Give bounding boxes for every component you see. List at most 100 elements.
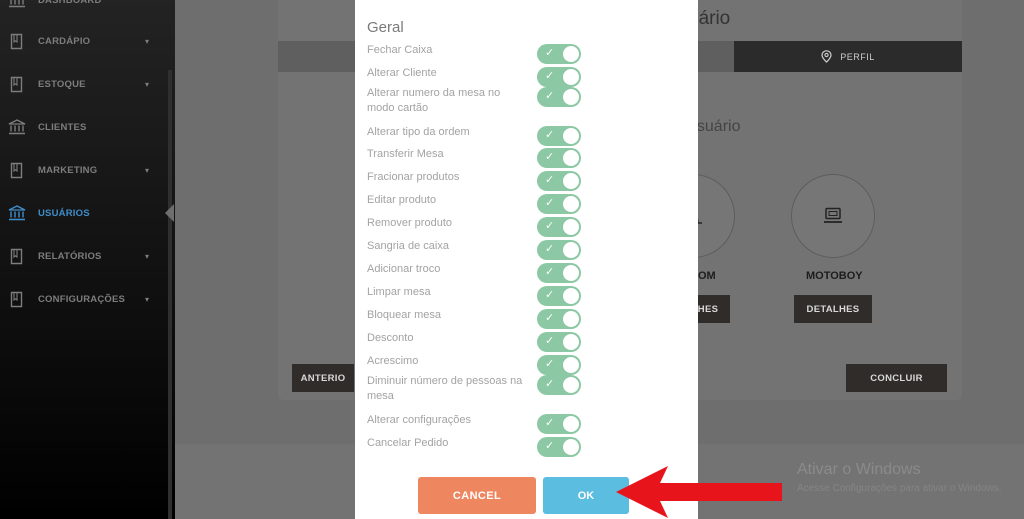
- permission-label: Sangria de caixa: [367, 240, 449, 252]
- toggle-knob: [563, 89, 579, 105]
- windows-activation-subtitle: Acesse Configurações para ativar o Windo…: [797, 483, 1002, 494]
- check-icon: ✓: [545, 70, 555, 82]
- check-icon: ✓: [545, 312, 555, 324]
- permission-toggle[interactable]: ✓: [537, 126, 581, 146]
- permission-label: Adicionar troco: [367, 263, 441, 275]
- permission-label: Alterar configurações: [367, 414, 471, 426]
- permission-label: Alterar numero da mesa no modo cartão: [367, 87, 501, 114]
- check-icon: ✓: [545, 358, 555, 370]
- permission-toggle[interactable]: ✓: [537, 437, 581, 457]
- check-icon: ✓: [545, 47, 555, 59]
- toggle-knob: [563, 219, 579, 235]
- sidebar-item-dashboard[interactable]: DASHBOARD: [0, 0, 165, 11]
- check-icon: ✓: [545, 335, 555, 347]
- sidebar-item-cardapio[interactable]: CARDÁPIO ▾: [0, 30, 165, 52]
- permission-toggle[interactable]: ✓: [537, 414, 581, 434]
- permission-toggle[interactable]: ✓: [537, 355, 581, 375]
- previous-button[interactable]: ANTERIO: [292, 364, 354, 392]
- permission-toggle[interactable]: ✓: [537, 286, 581, 306]
- check-icon: ✓: [545, 90, 555, 102]
- permission-toggle[interactable]: ✓: [537, 44, 581, 64]
- permission-toggle[interactable]: ✓: [537, 375, 581, 395]
- check-icon: ✓: [545, 151, 555, 163]
- laptop-icon: [824, 207, 842, 223]
- role-card-motoboy[interactable]: [791, 174, 875, 258]
- tab-perfil-label: PERFIL: [840, 51, 875, 62]
- toggle-knob: [563, 265, 579, 281]
- permission-toggle[interactable]: ✓: [537, 309, 581, 329]
- check-icon: ✓: [545, 129, 555, 141]
- toggle-knob: [563, 128, 579, 144]
- sidebar-item-clientes[interactable]: CLIENTES: [0, 116, 165, 138]
- modal-title: Geral: [367, 19, 404, 36]
- sidebar-item-relatorios[interactable]: RELATÓRIOS ▾: [0, 245, 165, 267]
- sidebar-item-label: MARKETING: [38, 164, 98, 176]
- chevron-down-icon: ▾: [145, 165, 150, 175]
- permission-label: Transferir Mesa: [367, 148, 444, 160]
- permission-toggle[interactable]: ✓: [537, 332, 581, 352]
- permission-label: Acrescimo: [367, 355, 419, 367]
- permission-label: Bloquear mesa: [367, 309, 441, 321]
- permission-label: Cancelar Pedido: [367, 437, 449, 449]
- details-button-motoboy[interactable]: DETALHES: [794, 295, 872, 323]
- sidebar-item-label: ESTOQUE: [38, 78, 86, 90]
- active-indicator: [165, 204, 174, 222]
- sidebar-item-label: RELATÓRIOS: [38, 250, 102, 262]
- permissions-modal: Geral Fechar Caixa ✓ Alterar Cliente ✓ Alter…: [355, 0, 698, 519]
- sidebar-item-usuarios[interactable]: USUÁRIOS: [0, 202, 165, 224]
- dashboard-icon: [8, 0, 26, 9]
- permission-toggle[interactable]: ✓: [537, 217, 581, 237]
- bank-icon: [8, 118, 26, 136]
- toggle-knob: [563, 242, 579, 258]
- toggle-knob: [563, 357, 579, 373]
- role-label-partial: OM: [698, 270, 716, 282]
- permission-label: Editar produto: [367, 194, 437, 206]
- toggle-knob: [563, 150, 579, 166]
- role-label-motoboy: MOTOBOY: [806, 270, 863, 282]
- toggle-knob: [563, 311, 579, 327]
- toggle-knob: [563, 46, 579, 62]
- permission-toggle[interactable]: ✓: [537, 87, 581, 107]
- permission-label: Desconto: [367, 332, 414, 344]
- permission-toggle[interactable]: ✓: [537, 171, 581, 191]
- permission-label: Remover produto: [367, 217, 452, 229]
- tab-perfil[interactable]: PERFIL: [734, 41, 962, 72]
- chevron-down-icon: ▾: [145, 294, 150, 304]
- sidebar-item-marketing[interactable]: MARKETING ▾: [0, 159, 165, 181]
- permission-label: Fechar Caixa: [367, 44, 433, 56]
- book-icon: [8, 161, 26, 179]
- permission-toggle[interactable]: ✓: [537, 194, 581, 214]
- permission-toggle[interactable]: ✓: [537, 148, 581, 168]
- sidebar-item-label: CONFIGURAÇÕES: [38, 293, 126, 305]
- permission-toggle[interactable]: ✓: [537, 67, 581, 87]
- finish-button[interactable]: CONCLUIR: [846, 364, 947, 392]
- book-icon: [8, 75, 26, 93]
- chevron-down-icon: ▾: [145, 79, 150, 89]
- sidebar-item-estoque[interactable]: ESTOQUE ▾: [0, 73, 165, 95]
- location-pin-icon: [821, 50, 832, 63]
- check-icon: ✓: [545, 197, 555, 209]
- sidebar-item-configuracoes[interactable]: CONFIGURAÇÕES ▾: [0, 288, 165, 310]
- book-icon: [8, 247, 26, 265]
- toggle-knob: [563, 439, 579, 455]
- check-icon: ✓: [545, 289, 555, 301]
- permission-toggle[interactable]: ✓: [537, 263, 581, 283]
- toggle-knob: [563, 69, 579, 85]
- permission-label: Fracionar produtos: [367, 171, 460, 183]
- red-annotation-arrow-icon: [616, 466, 782, 518]
- check-icon: ✓: [545, 417, 555, 429]
- check-icon: ✓: [545, 243, 555, 255]
- windows-activation-title: Ativar o Windows: [797, 461, 921, 478]
- permission-label: Limpar mesa: [367, 286, 431, 298]
- sidebar: DASHBOARD CARDÁPIO ▾ ESTOQUE ▾ CLIENTES MARKET…: [0, 0, 175, 519]
- sidebar-scrollbar[interactable]: [168, 70, 172, 519]
- toggle-knob: [563, 173, 579, 189]
- permission-label: Alterar Cliente: [367, 67, 437, 79]
- sidebar-item-label: DASHBOARD: [38, 0, 102, 6]
- check-icon: ✓: [545, 440, 555, 452]
- book-icon: [8, 32, 26, 50]
- book-icon: [8, 290, 26, 308]
- permission-toggle[interactable]: ✓: [537, 240, 581, 260]
- cancel-button[interactable]: CANCEL: [418, 477, 536, 514]
- toggle-knob: [563, 377, 579, 393]
